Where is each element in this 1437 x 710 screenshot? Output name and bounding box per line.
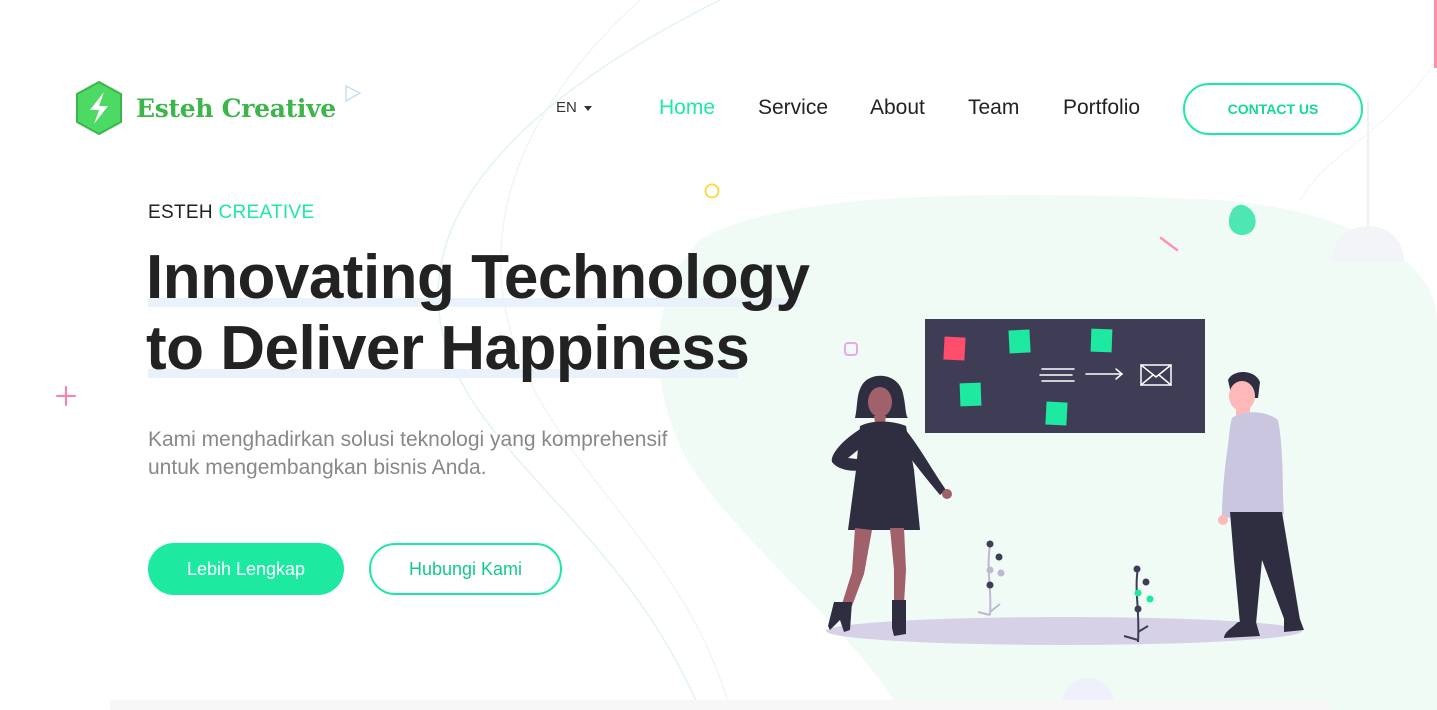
headline-line-2: to Deliver Happiness xyxy=(146,313,809,384)
presentation-board xyxy=(925,319,1205,433)
man-figure xyxy=(1218,372,1304,638)
headline-line-1: Innovating Technology xyxy=(146,243,810,312)
